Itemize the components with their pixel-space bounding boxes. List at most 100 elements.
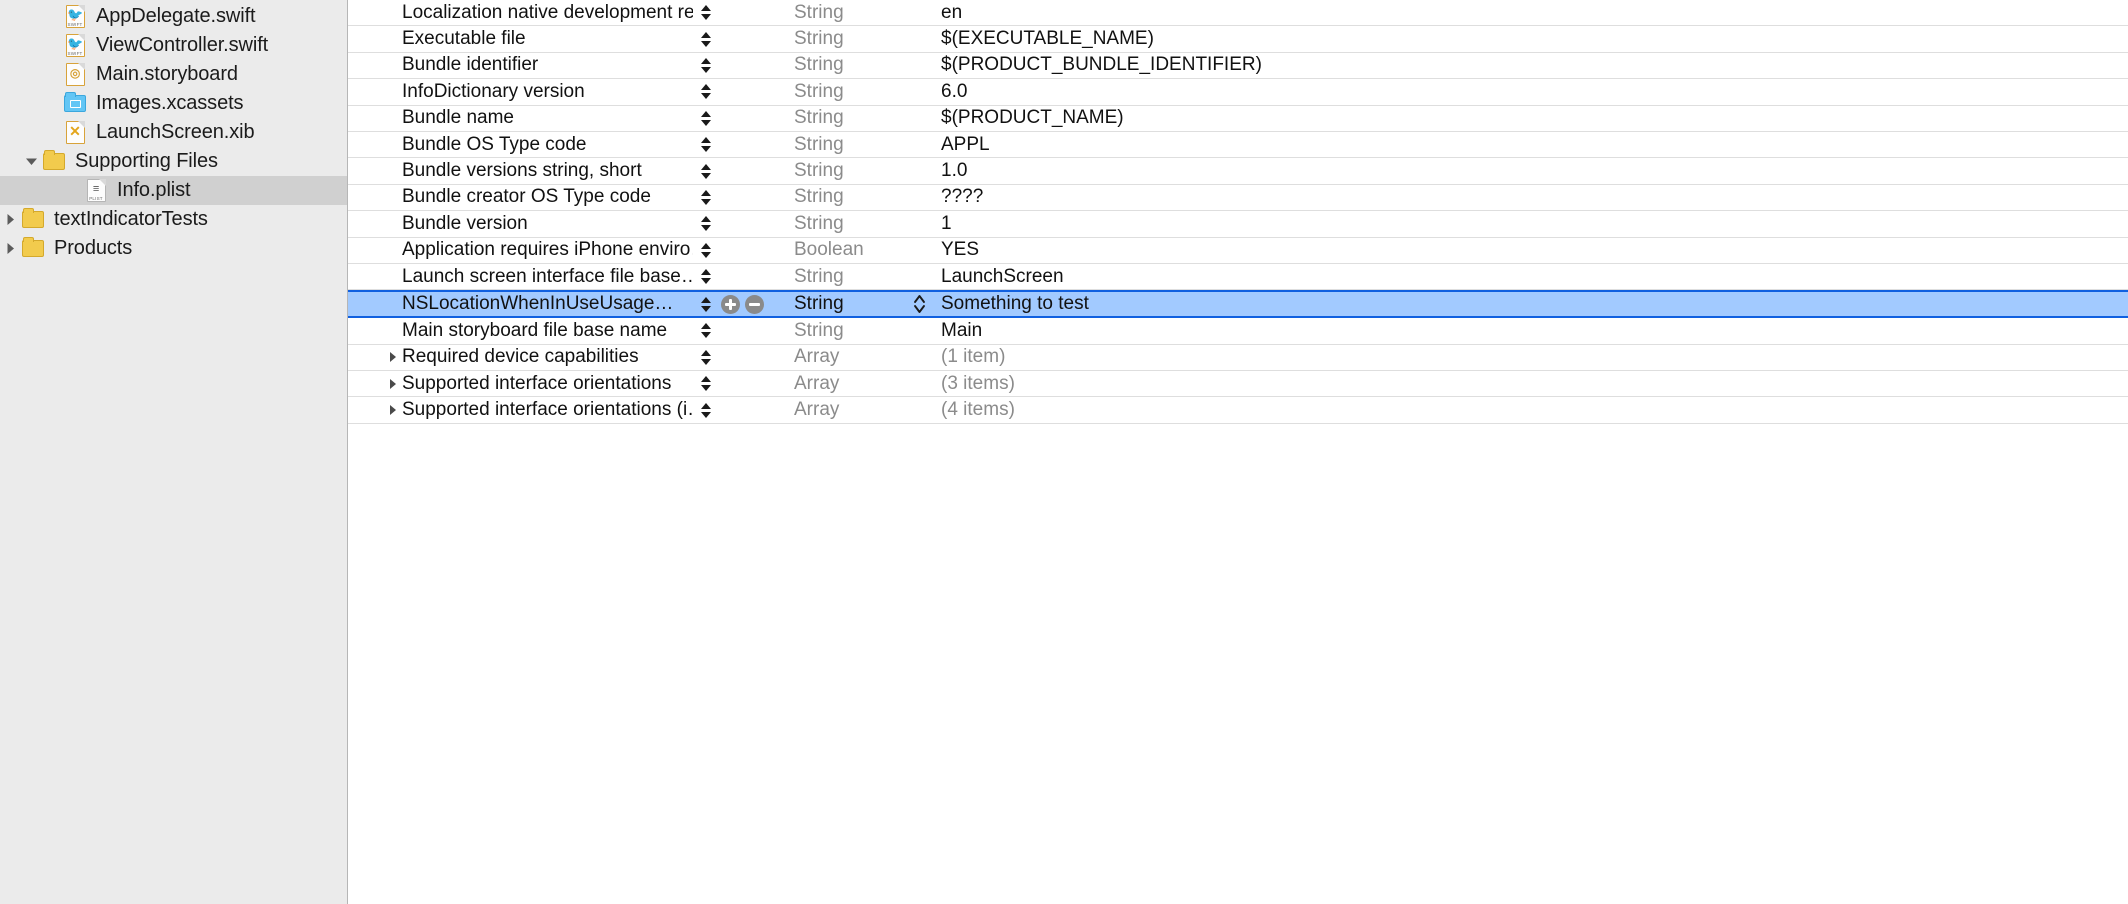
plist-key-cell[interactable]: Supported interface orientations (i… [348,399,693,421]
plist-value-cell[interactable]: en [927,2,2128,24]
plist-key-stepper[interactable] [697,323,715,339]
sidebar-item-viewcontroller-swift[interactable]: 🐦 SWIFT ViewController.swift [0,31,347,60]
plist-type-cell[interactable]: String [764,28,911,50]
plist-row[interactable]: Executable file String $(EXECUTABLE_NAME) [348,26,2128,53]
sidebar-item-info-plist[interactable]: ≡ PLIST Info.plist [0,176,347,205]
plist-value-cell[interactable]: YES [927,239,2128,261]
sidebar-item-main-storyboard[interactable]: ◎ Main.storyboard [0,60,347,89]
plist-type-cell[interactable]: Boolean [764,239,911,261]
plist-type-cell[interactable]: String [764,160,911,182]
plist-type-cell[interactable]: Array [764,373,911,395]
plist-row[interactable]: Bundle name String $(PRODUCT_NAME) [348,106,2128,132]
sidebar-item-images-xcassets[interactable]: Images.xcassets [0,89,347,118]
sidebar-item-products[interactable]: Products [0,234,347,263]
plist-value-cell[interactable]: $(EXECUTABLE_NAME) [927,28,2128,50]
sidebar-item-supporting-files[interactable]: Supporting Files [0,147,347,176]
plist-row-actions[interactable] [721,294,764,314]
plist-type-cell[interactable]: String [764,81,911,103]
plist-row[interactable]: Bundle OS Type code String APPL [348,132,2128,159]
sidebar-item-appdelegate-swift[interactable]: 🐦 SWIFT AppDelegate.swift [0,2,347,31]
plist-value-cell[interactable]: 6.0 [927,81,2128,103]
plist-type-cell[interactable]: String [764,186,911,208]
plist-value-cell[interactable]: Main [927,320,2128,342]
plist-value-cell[interactable]: 1.0 [927,160,2128,182]
plist-row[interactable]: Bundle creator OS Type code String???? [348,185,2128,212]
plist-row[interactable]: NSLocationWhenInUseUsage… String Something… [348,290,2128,319]
plist-type-cell[interactable]: String [764,293,911,315]
plist-key-cell[interactable]: Bundle OS Type code [348,134,693,156]
plist-value-cell[interactable]: LaunchScreen [927,266,2128,288]
plist-type-cell[interactable]: String [764,134,911,156]
plist-key-stepper[interactable] [697,376,715,392]
plist-key-cell[interactable]: Bundle creator OS Type code [348,186,693,208]
plist-value-cell[interactable]: ???? [927,186,2128,208]
plist-key-cell[interactable]: NSLocationWhenInUseUsage… [348,293,693,315]
plist-row[interactable]: Bundle identifier String $(PRODUCT_BUNDLE_… [348,53,2128,80]
plist-key-stepper[interactable] [697,242,715,258]
disclosure-triangle-expanded-icon[interactable] [21,155,41,168]
plist-key-cell[interactable]: Required device capabilities [348,346,693,368]
plist-type-cell[interactable]: String [764,266,911,288]
plist-value-cell[interactable]: APPL [927,134,2128,156]
plist-key-cell[interactable]: Bundle identifier [348,54,693,76]
plist-key-stepper[interactable] [697,110,715,126]
plist-row[interactable]: Supported interface orientations Array (3 … [348,371,2128,398]
type-chevron-updown-icon[interactable] [911,293,927,315]
plist-key-cell[interactable]: Supported interface orientations [348,373,693,395]
plist-row[interactable]: InfoDictionary version String 6.0 [348,79,2128,106]
plist-value-cell[interactable]: $(PRODUCT_BUNDLE_IDENTIFIER) [927,54,2128,76]
plist-type-cell[interactable]: String [764,320,911,342]
plist-type-cell[interactable]: String [764,213,911,235]
plist-row[interactable]: Bundle versions string, short String 1.0 [348,158,2128,185]
plist-value-cell[interactable]: 1 [927,213,2128,235]
plist-key-stepper[interactable] [697,5,715,21]
plist-row[interactable]: Application requires iPhone enviro… Boole… [348,238,2128,264]
plist-key-stepper[interactable] [697,296,715,312]
plist-row[interactable]: Supported interface orientations (i… Arra… [348,397,2128,424]
add-row-button[interactable] [721,294,740,314]
plist-value-cell[interactable]: Something to test [927,293,2128,315]
plist-key-stepper[interactable] [697,163,715,179]
disclosure-triangle-collapsed-icon[interactable] [0,242,20,255]
plist-key-cell[interactable]: Localization native development re… [348,2,693,24]
plist-key-stepper[interactable] [697,84,715,100]
sidebar-item-textindicatortests[interactable]: textIndicatorTests [0,205,347,234]
plist-key-stepper[interactable] [697,137,715,153]
plist-key-cell[interactable]: Application requires iPhone enviro… [348,239,693,261]
remove-row-button[interactable] [745,294,764,314]
plist-key-cell[interactable]: Bundle name [348,107,693,129]
plist-type-cell[interactable]: String [764,2,911,24]
plist-type-cell[interactable]: String [764,54,911,76]
plist-row[interactable]: Required device capabilities Array (1 item… [348,345,2128,372]
plist-value-cell[interactable]: (3 items) [927,373,2128,395]
plist-key-stepper[interactable] [697,57,715,73]
plist-key-cell[interactable]: Bundle version [348,213,693,235]
plist-row[interactable]: Main storyboard file base name String Main [348,318,2128,345]
disclosure-triangle-collapsed-icon[interactable] [0,213,20,226]
plist-row[interactable]: Bundle version String 1 [348,211,2128,238]
plist-key-stepper[interactable] [697,402,715,418]
plist-value-cell[interactable]: (4 items) [927,399,2128,421]
plist-key-stepper[interactable] [697,31,715,47]
plist-key-stepper[interactable] [697,189,715,205]
swift-file-icon: 🐦 SWIFT [65,5,85,28]
disclosure-triangle-collapsed-icon[interactable] [386,350,400,364]
plist-row[interactable]: Localization native development re… Strin… [348,0,2128,27]
plist-key-cell[interactable]: Executable file [348,28,693,50]
sidebar-item-launchscreen-xib[interactable]: ✕ LaunchScreen.xib [0,118,347,147]
plist-key-stepper[interactable] [697,216,715,232]
plist-type-cell[interactable]: Array [764,399,911,421]
plist-type-cell[interactable]: String [764,107,911,129]
plist-key-cell[interactable]: Main storyboard file base name [348,320,693,342]
plist-type-cell[interactable]: Array [764,346,911,368]
plist-row[interactable]: Launch screen interface file base… String… [348,264,2128,291]
plist-key-stepper[interactable] [697,349,715,365]
plist-key-stepper[interactable] [697,269,715,285]
plist-key-cell[interactable]: Bundle versions string, short [348,160,693,182]
plist-value-cell[interactable]: (1 item) [927,346,2128,368]
plist-key-cell[interactable]: Launch screen interface file base… [348,266,693,288]
plist-key-cell[interactable]: InfoDictionary version [348,81,693,103]
plist-value-cell[interactable]: $(PRODUCT_NAME) [927,107,2128,129]
disclosure-triangle-collapsed-icon[interactable] [386,403,400,417]
disclosure-triangle-collapsed-icon[interactable] [386,377,400,391]
